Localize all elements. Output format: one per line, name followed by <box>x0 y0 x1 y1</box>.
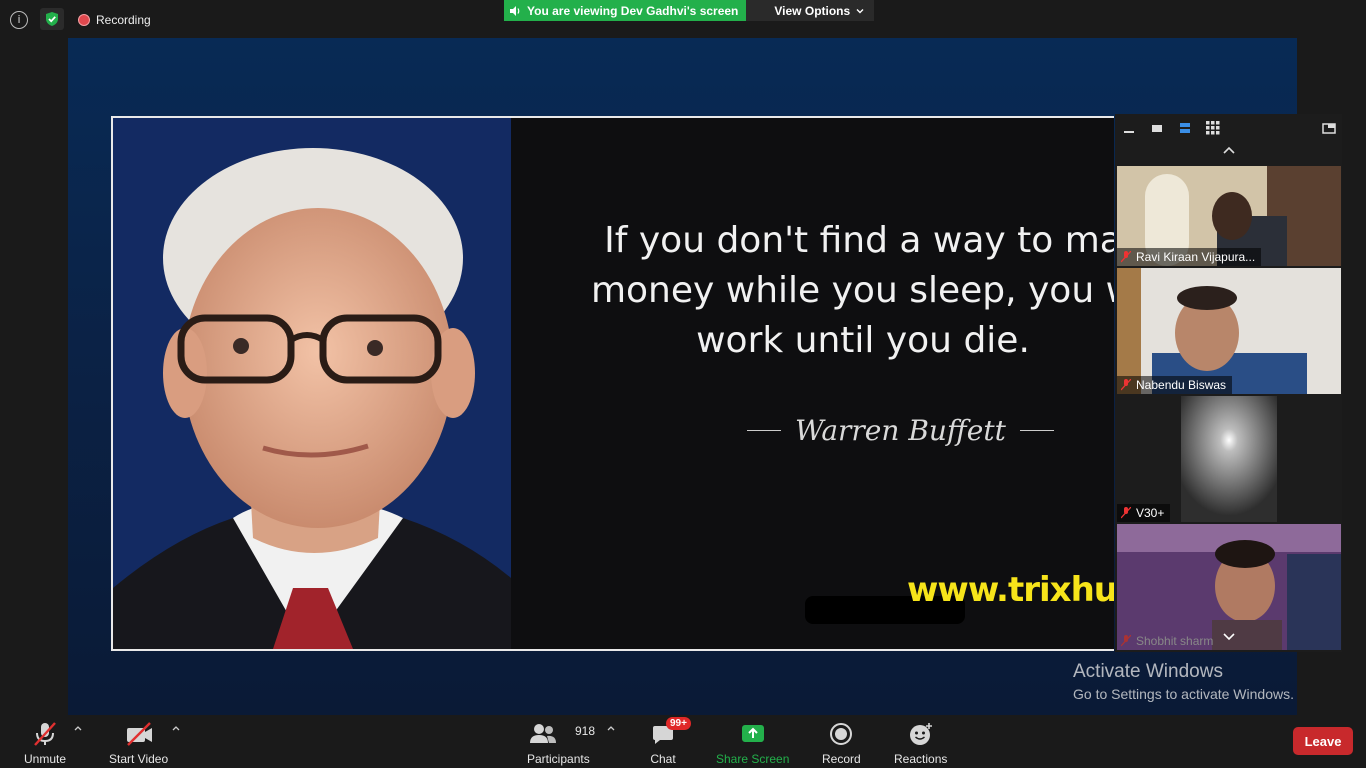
gallery-toolbar <box>1115 114 1342 142</box>
participant-tile[interactable]: Nabendu Biswas <box>1117 268 1341 394</box>
reaction-smiley-icon <box>908 721 934 747</box>
view-options-label: View Options <box>774 3 851 18</box>
quote-text: If you don't find a way to ma money whil… <box>563 216 1114 366</box>
website-watermark: www.trixhub.c <box>907 570 1114 610</box>
participant-name: Ravi Kiraan Vijapura... <box>1136 250 1256 264</box>
muted-mic-icon <box>1121 635 1131 647</box>
participant-tile[interactable]: V30+ <box>1117 396 1341 522</box>
participant-name-tag: Nabendu Biswas <box>1117 376 1233 394</box>
quote-line: money while you sleep, you w <box>590 270 1114 311</box>
unmute-label: Unmute <box>24 752 67 766</box>
muted-mic-icon <box>1121 379 1131 391</box>
video-off-icon <box>124 721 154 747</box>
reactions-button[interactable]: Reactions <box>894 721 947 766</box>
exit-fullscreen-icon[interactable] <box>1322 121 1336 135</box>
participant-gallery: Ravi Kiraan Vijapura... Nabendu Biswas V… <box>1115 114 1342 652</box>
minimize-icon[interactable] <box>1123 121 1135 135</box>
participant-name: Shobhit sharm <box>1136 634 1214 648</box>
participant-name-tag: Ravi Kiraan Vijapura... <box>1117 248 1262 266</box>
presentation-slide: If you don't find a way to ma money whil… <box>111 116 1114 651</box>
participant-name: V30+ <box>1136 506 1165 520</box>
viewing-text: You are viewing Dev Gadhvi's screen <box>527 3 739 18</box>
record-dot-icon <box>78 14 90 26</box>
audio-options-caret-icon[interactable] <box>74 725 82 731</box>
record-label: Record <box>822 752 861 766</box>
gallery-grid-icon[interactable] <box>1206 121 1220 135</box>
watermark-title: Activate Windows <box>1073 661 1223 682</box>
view-options-button[interactable]: View Options <box>746 0 875 21</box>
muted-mic-icon <box>1121 251 1131 263</box>
meeting-top-bar: i Recording You are viewing Dev Gadhvi's… <box>0 0 1366 38</box>
share-screen-label: Share Screen <box>716 752 790 766</box>
viewing-banner: You are viewing Dev Gadhvi's screen View… <box>504 0 875 21</box>
record-button[interactable]: Record <box>822 721 861 766</box>
speaker-icon <box>510 5 520 16</box>
leave-button[interactable]: Leave <box>1293 727 1353 755</box>
info-icon[interactable]: i <box>10 11 28 29</box>
author-name: Warren Buffett <box>795 414 1006 447</box>
quote-author: Warren Buffett <box>747 414 1054 447</box>
speaker-view-icon[interactable] <box>1151 121 1163 135</box>
activate-windows-watermark: Activate Windows Go to Settings to activ… <box>1073 661 1294 702</box>
participant-count: 918 <box>575 724 596 738</box>
chat-badge: 99+ <box>666 717 691 730</box>
start-video-label: Start Video <box>109 752 169 766</box>
share-screen-button[interactable]: Share Screen <box>716 721 789 766</box>
participants-options-caret-icon[interactable] <box>607 725 615 731</box>
chevron-down-icon <box>856 8 864 13</box>
filmstrip-icon[interactable] <box>1179 121 1191 135</box>
scroll-up-icon[interactable] <box>1223 146 1235 154</box>
chat-label: Chat <box>650 752 676 766</box>
participant-tile[interactable]: Shobhit sharm <box>1117 524 1341 650</box>
participants-label: Participants <box>527 752 590 766</box>
participant-tile[interactable]: Ravi Kiraan Vijapura... <box>1117 166 1341 266</box>
viewing-status: You are viewing Dev Gadhvi's screen <box>504 0 747 21</box>
muted-mic-icon <box>1121 507 1131 519</box>
muted-mic-icon <box>32 721 58 747</box>
speaker-photo <box>113 118 511 649</box>
quote-line: If you don't find a way to ma <box>604 220 1114 261</box>
video-options-caret-icon[interactable] <box>172 725 180 731</box>
recording-label: Recording <box>96 13 151 27</box>
shield-icon <box>46 12 58 26</box>
meeting-controls: Unmute Start Video Participants 918 Chat… <box>0 715 1366 768</box>
start-video-button[interactable]: Start Video <box>109 721 168 766</box>
participant-name-tag: Shobhit sharm <box>1117 632 1219 650</box>
scroll-down-icon[interactable] <box>1223 633 1235 641</box>
recording-indicator[interactable]: Recording <box>78 13 151 27</box>
share-screen-icon <box>740 721 766 747</box>
quote-line: work until you die. <box>696 320 1030 361</box>
unmute-button[interactable]: Unmute <box>24 721 66 766</box>
participant-name-tag: V30+ <box>1117 504 1171 522</box>
watermark-subtitle: Go to Settings to activate Windows. <box>1073 686 1294 702</box>
security-shield-button[interactable] <box>40 8 64 30</box>
divider <box>1019 430 1054 431</box>
reactions-label: Reactions <box>894 752 948 766</box>
record-icon <box>828 721 854 747</box>
participant-name: Nabendu Biswas <box>1136 378 1227 392</box>
divider <box>747 430 781 431</box>
